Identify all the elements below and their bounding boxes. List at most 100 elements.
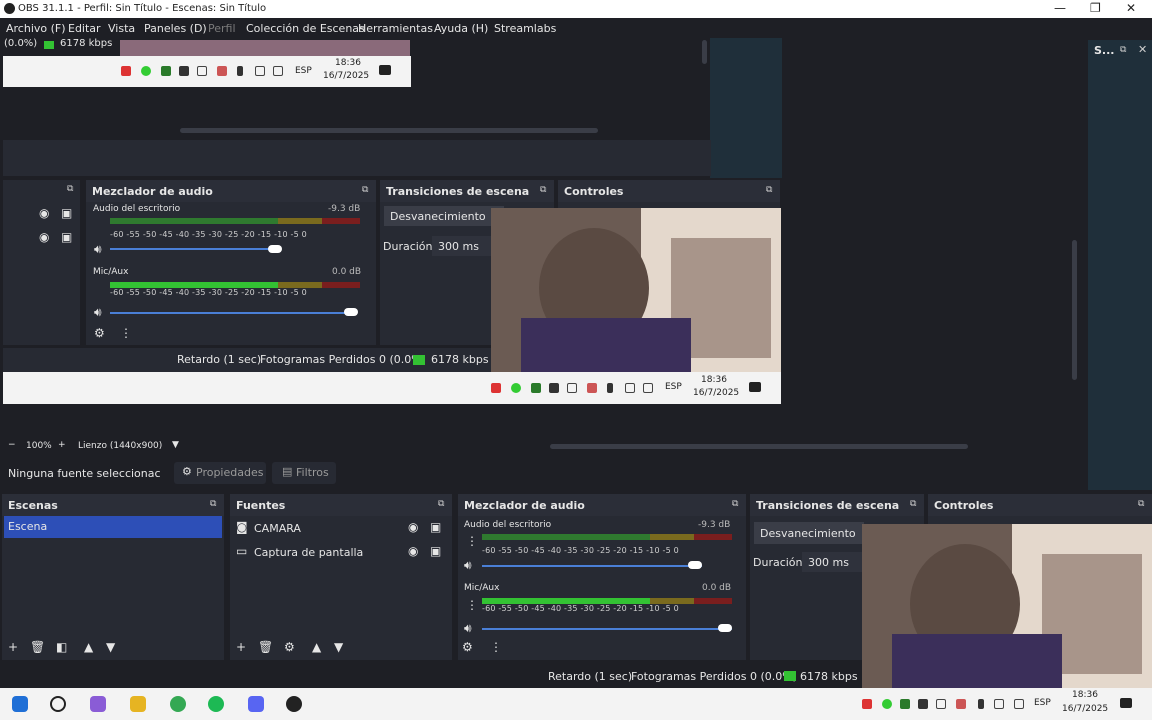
scene-item[interactable]: Escena: [4, 516, 222, 538]
speaker-icon[interactable]: 🔊︎: [94, 242, 102, 257]
scene-filters-button[interactable]: ◧: [56, 640, 67, 654]
dock-float-icon[interactable]: ⧉: [438, 499, 444, 509]
menu-archivo[interactable]: Archivo (F): [6, 22, 66, 35]
copilot-icon[interactable]: [90, 696, 106, 712]
menu-editar[interactable]: Editar: [68, 22, 101, 35]
preview-hscroll-inner[interactable]: [180, 128, 598, 133]
discord-icon[interactable]: [248, 696, 264, 712]
speaker-icon[interactable]: 🔊︎: [94, 305, 102, 320]
desktop-volume-slider[interactable]: [482, 565, 702, 567]
menu-dots-icon[interactable]: ⋮: [120, 326, 132, 340]
lock-icon[interactable]: ▣: [430, 544, 441, 558]
taskbar-date[interactable]: 16/7/2025: [1062, 704, 1108, 714]
menu-perfil[interactable]: Perfil: [208, 22, 236, 35]
eye-icon[interactable]: ◉: [408, 544, 418, 558]
dock-float-icon[interactable]: ⧉: [910, 499, 916, 509]
menu-herramientas[interactable]: Herramientas: [358, 22, 433, 35]
gear-icon[interactable]: ⚙: [94, 326, 105, 340]
desktop-volume-knob[interactable]: [688, 561, 702, 569]
menu-vista[interactable]: Vista: [108, 22, 135, 35]
dock-float-icon[interactable]: ⧉: [362, 185, 368, 195]
mic-volume-slider[interactable]: [482, 628, 732, 630]
mic-icon[interactable]: [978, 699, 984, 709]
gear-icon[interactable]: ⚙: [462, 640, 473, 654]
dock-float-icon[interactable]: ⧉: [67, 184, 73, 194]
move-down-button[interactable]: ▼: [106, 640, 115, 654]
inner-mic-volume-slider[interactable]: [110, 312, 350, 314]
obs-icon[interactable]: [286, 696, 302, 712]
dock-float-icon[interactable]: ⧉: [540, 185, 546, 195]
move-up-button[interactable]: ▲: [84, 640, 93, 654]
filter-icon: ▤: [282, 465, 293, 478]
tray-icon[interactable]: [862, 699, 872, 709]
dock-float-icon[interactable]: ⧉: [732, 499, 738, 509]
eye-icon[interactable]: ◉: [408, 520, 418, 534]
maximize-icon[interactable]: ❐: [1090, 1, 1101, 15]
lock-icon[interactable]: ▣: [430, 520, 441, 534]
zoom-out-button[interactable]: −: [8, 440, 16, 450]
notification-icon[interactable]: [1120, 698, 1132, 708]
volume-icon[interactable]: [1014, 699, 1024, 709]
preview-vscroll[interactable]: [1072, 240, 1077, 380]
notion-icon[interactable]: [918, 699, 928, 709]
menu-coleccion-escenas[interactable]: Colección de Escenas: [246, 22, 365, 35]
chevron-down-icon[interactable]: ▼: [172, 440, 179, 450]
source-item[interactable]: ◙ CAMARA ◉ ▣: [230, 518, 452, 540]
add-source-button[interactable]: +: [236, 640, 246, 654]
dock-float-icon[interactable]: ⧉: [766, 185, 772, 195]
tray-icon[interactable]: [956, 699, 966, 709]
mic-volume-knob[interactable]: [718, 624, 732, 632]
menu-paneles[interactable]: Paneles (D): [144, 22, 207, 35]
chrome-icon[interactable]: [170, 696, 186, 712]
add-scene-button[interactable]: +: [8, 640, 18, 654]
volume-icon: [643, 383, 653, 393]
source-properties-button[interactable]: ⚙: [284, 640, 295, 654]
source-item-label: Captura de pantalla: [254, 546, 364, 559]
tray-icon[interactable]: [936, 699, 946, 709]
nvidia-icon[interactable]: [900, 699, 910, 709]
menu-streamlabs[interactable]: Streamlabs: [494, 22, 556, 35]
lock-icon[interactable]: ▣: [61, 206, 72, 220]
windows-start-icon[interactable]: [12, 696, 28, 712]
no-source-selected: Ninguna fuente seleccionac: [8, 467, 161, 480]
taskbar-lang[interactable]: ESP: [1034, 698, 1051, 708]
menu-ayuda[interactable]: Ayuda (H): [434, 22, 488, 35]
eye-icon[interactable]: ◉: [39, 230, 49, 244]
slider-knob[interactable]: [268, 245, 282, 253]
menu-dots-icon[interactable]: ⋮: [466, 598, 478, 612]
close-icon[interactable]: ✕: [1126, 1, 1136, 15]
source-item[interactable]: ▭ Captura de pantalla ◉ ▣: [230, 542, 452, 564]
minimize-icon[interactable]: —: [1054, 1, 1066, 15]
eye-icon[interactable]: ◉: [39, 206, 49, 220]
properties-button[interactable]: ⚙ Propiedades: [174, 462, 266, 484]
inner-desktop-volume-slider[interactable]: [110, 248, 280, 250]
inner-vscroll[interactable]: [702, 40, 707, 64]
preview-hscroll[interactable]: [550, 444, 968, 449]
network-icon[interactable]: [994, 699, 1004, 709]
menu-dots-icon[interactable]: ⋮: [490, 640, 502, 654]
dock-close-icon[interactable]: ✕: [1138, 43, 1147, 56]
move-up-button[interactable]: ▲: [312, 640, 321, 654]
taskbar-time[interactable]: 18:36: [1072, 690, 1098, 700]
dock-float-icon[interactable]: ⧉: [210, 499, 216, 509]
zoom-in-button[interactable]: +: [58, 440, 66, 450]
spotify-icon[interactable]: [208, 696, 224, 712]
tray-icon: [217, 66, 227, 76]
tray-icon[interactable]: [882, 699, 892, 709]
slider-knob[interactable]: [344, 308, 358, 316]
move-down-button[interactable]: ▼: [334, 640, 343, 654]
speaker-icon[interactable]: 🔊︎: [464, 558, 472, 573]
remove-source-button[interactable]: 🗑︎: [258, 640, 273, 654]
filters-button[interactable]: ▤ Filtros: [272, 462, 336, 484]
menu-dots-icon[interactable]: ⋮: [466, 534, 478, 548]
file-explorer-icon[interactable]: [130, 696, 146, 712]
speaker-icon[interactable]: 🔊︎: [464, 621, 472, 636]
lock-icon[interactable]: ▣: [61, 230, 72, 244]
dock-float-icon[interactable]: ⧉: [1120, 45, 1126, 55]
dock-float-icon[interactable]: ⧉: [1138, 499, 1144, 509]
inner-mic-label: Mic/Aux: [93, 267, 129, 277]
desktop-audio-db: -9.3 dB: [698, 520, 731, 530]
remove-scene-button[interactable]: 🗑︎: [30, 640, 45, 654]
inner-statusbar: Retardo (1 sec) Fotogramas Perdidos 0 (0…: [3, 348, 491, 372]
search-icon[interactable]: [50, 696, 66, 712]
